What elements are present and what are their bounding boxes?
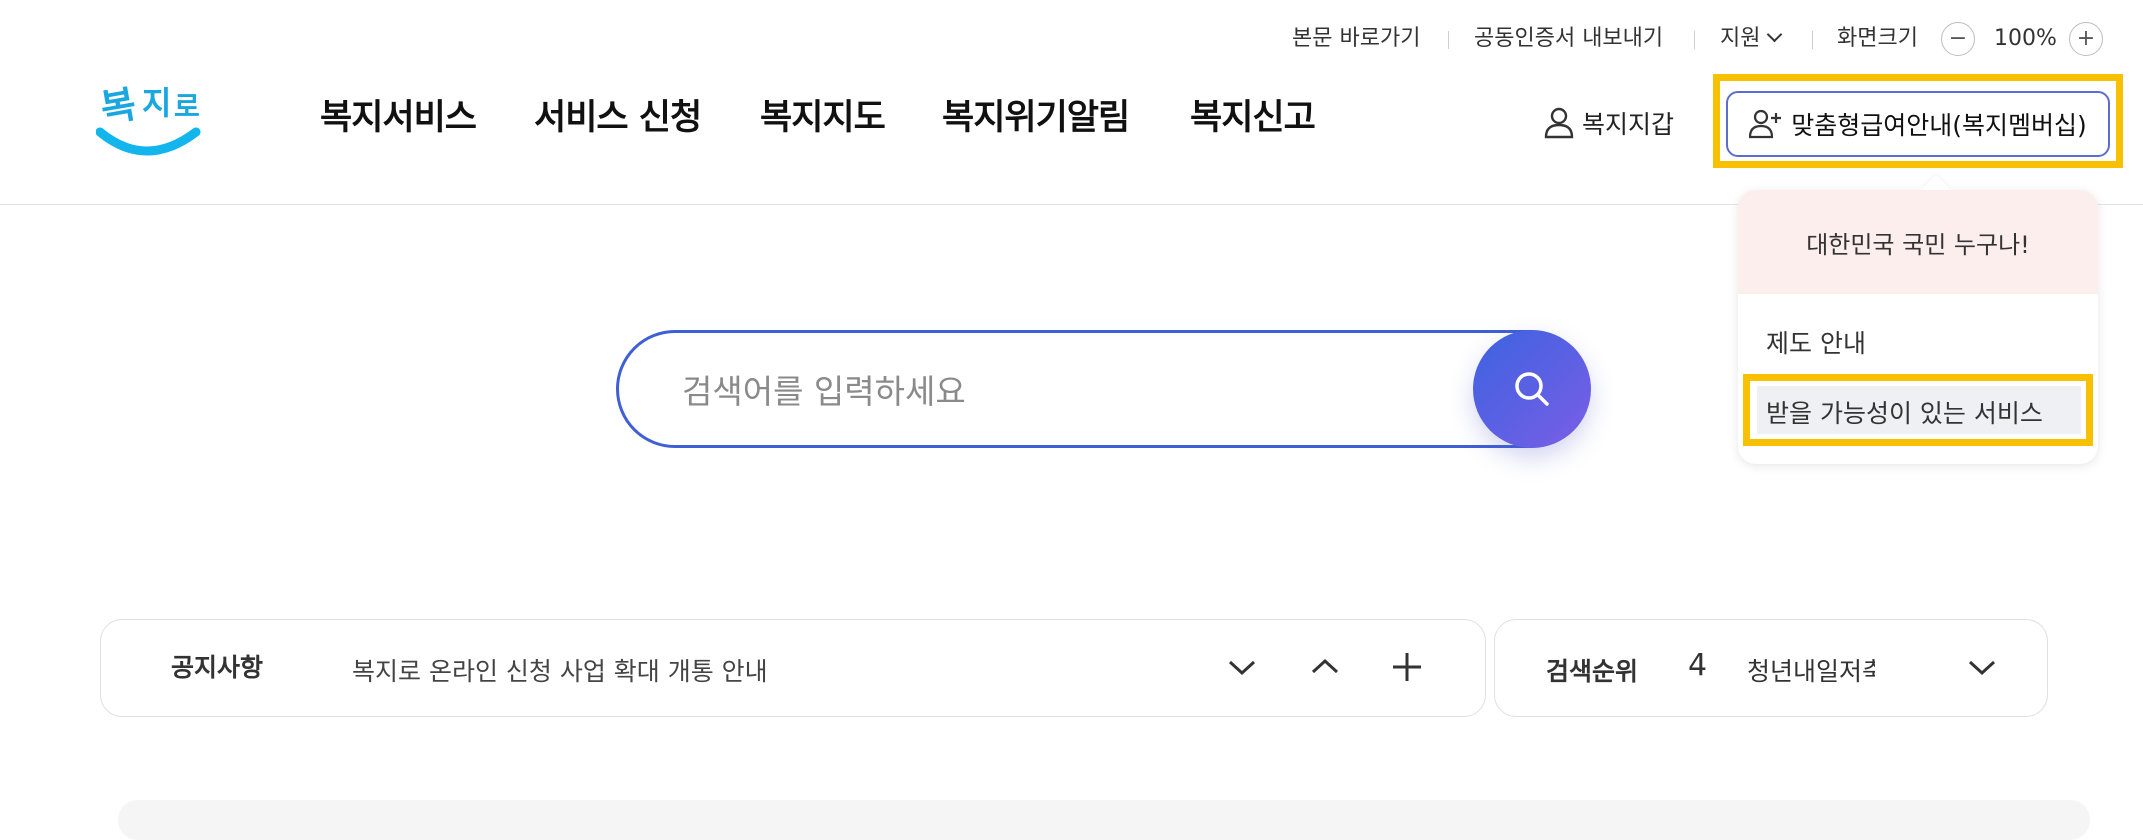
search-input[interactable]: [680, 362, 1464, 420]
zoom-value: 100%: [1994, 26, 2057, 51]
notice-more-button[interactable]: [1384, 644, 1430, 690]
content-panel: [118, 800, 2090, 840]
svg-text:복: 복: [97, 82, 139, 131]
rank-number: 4: [1688, 648, 1708, 683]
nav-welfare-map[interactable]: 복지지도: [760, 96, 886, 140]
nav-welfare-crisis-alert[interactable]: 복지위기알림: [942, 96, 1130, 140]
rank-expand-button[interactable]: [1959, 644, 2005, 690]
chevron-down-icon: [1968, 660, 1996, 676]
bokjiro-logo[interactable]: 복 지 로: [95, 72, 206, 162]
notice-text[interactable]: 복지로 온라인 신청 사업 확대 개통 안내: [352, 652, 768, 688]
logo-icon: 복 지 로: [95, 82, 201, 156]
notice-next-button[interactable]: [1219, 644, 1265, 690]
svg-text:로: 로: [174, 90, 200, 123]
support-menu[interactable]: 지원: [1720, 22, 1783, 56]
skip-to-content-link[interactable]: 본문 바로가기: [1292, 22, 1420, 56]
membership-label: 맞춤형급여안내(복지멤버십): [1791, 111, 2087, 140]
notice-prev-button[interactable]: [1302, 644, 1348, 690]
cert-export-link[interactable]: 공동인증서 내보내기: [1474, 22, 1663, 56]
rank-title: 검색순위: [1546, 657, 1639, 686]
dropdown-item-system-guide[interactable]: 제도 안내: [1766, 324, 1866, 360]
add-user-icon: [1749, 109, 1782, 139]
nav-welfare-services[interactable]: 복지서비스: [320, 96, 477, 140]
chevron-up-icon: [1311, 658, 1339, 674]
util-divider: [1812, 31, 1813, 49]
user-icon: [1544, 107, 1574, 139]
support-label: 지원: [1720, 26, 1761, 51]
nav-service-application[interactable]: 서비스 신청: [534, 96, 702, 140]
chevron-down-icon: [1767, 26, 1783, 43]
search-icon: [1515, 372, 1549, 406]
nav-welfare-report[interactable]: 복지신고: [1190, 96, 1316, 140]
svg-text:지: 지: [142, 84, 171, 122]
dropdown-headline: 대한민국 국민 누구나!: [1738, 190, 2098, 294]
plus-icon: +: [2076, 26, 2096, 51]
membership-guide-button[interactable]: 맞춤형급여안내(복지멤버십): [1726, 91, 2110, 157]
notice-bar: 공지사항 복지로 온라인 신청 사업 확대 개통 안내: [100, 619, 1486, 717]
zoom-label: 화면크기: [1837, 26, 1918, 51]
dropdown-item-possible-services[interactable]: 받을 가능성이 있는 서비스: [1766, 394, 2043, 430]
welfare-wallet-link[interactable]: 복지지갑: [1544, 106, 1674, 140]
util-divider: [1448, 31, 1449, 49]
plus-icon: [1393, 653, 1421, 681]
minus-icon: −: [1948, 26, 1968, 51]
search-rank-bar: 검색순위 4 청년내일저축계좌: [1494, 619, 2048, 717]
utility-bar: 본문 바로가기 공동인증서 내보내기 지원 화면크기 − 100% +: [0, 22, 2143, 56]
chevron-down-icon: [1228, 660, 1256, 676]
util-divider: [1694, 31, 1695, 49]
zoom-in-button[interactable]: +: [2069, 22, 2103, 56]
search-button[interactable]: [1473, 330, 1591, 448]
zoom-out-button[interactable]: −: [1941, 22, 1975, 56]
wallet-label: 복지지갑: [1582, 110, 1675, 139]
notice-title: 공지사항: [171, 653, 264, 682]
rank-keyword[interactable]: 청년내일저축계좌: [1747, 652, 1875, 688]
